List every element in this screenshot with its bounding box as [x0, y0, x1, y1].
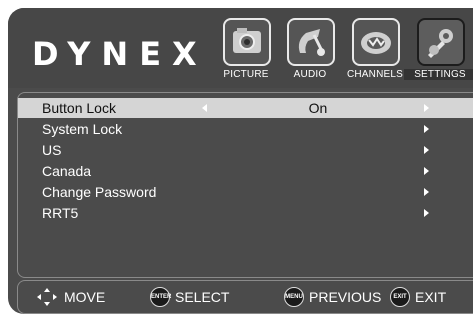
- menu-item-value: On: [308, 100, 328, 116]
- menu-item-system-lock[interactable]: System Lock: [18, 119, 473, 139]
- brand-logo: DYNEX: [32, 35, 208, 73]
- tv-osd-menu: DYNEX PICTURE AUDIO CHANNELS SETTINGS Bu…: [8, 8, 473, 314]
- arrow-right-icon: [424, 167, 429, 175]
- arrow-right-icon: [424, 209, 429, 217]
- menu-item-label: Change Password: [42, 184, 157, 200]
- menu-item-us[interactable]: US: [18, 140, 473, 160]
- menu-item-canada[interactable]: Canada: [18, 161, 473, 181]
- tab-channels-label: CHANNELS: [346, 69, 404, 80]
- menu-item-rrt5[interactable]: RRT5: [18, 203, 473, 223]
- menu-item-label: RRT5: [42, 205, 79, 221]
- menu-item-label: Canada: [42, 163, 92, 179]
- arrow-right-icon: [424, 146, 429, 154]
- hint-move-label: MOVE: [64, 289, 106, 305]
- audio-icon: [287, 18, 335, 66]
- arrow-right-icon: [424, 125, 429, 133]
- hint-previous-label: PREVIOUS: [309, 289, 382, 305]
- menu-item-label: Button Lock: [42, 100, 116, 116]
- tab-settings[interactable]: SETTINGS: [404, 18, 473, 86]
- menu-item-change-password[interactable]: Change Password: [18, 182, 473, 202]
- tab-picture-label: PICTURE: [223, 69, 269, 80]
- tab-audio[interactable]: AUDIO: [280, 18, 340, 86]
- arrow-right-icon[interactable]: [424, 104, 429, 112]
- picture-icon: [223, 18, 271, 66]
- hint-exit-label: EXIT: [415, 289, 447, 305]
- tab-picture[interactable]: PICTURE: [216, 18, 276, 86]
- footer-hints: MOVE ENTER SELECT MENU PREVIOUS EXIT EXI…: [17, 280, 473, 314]
- menu-item-button-lock[interactable]: Button Lock On: [18, 98, 473, 118]
- tab-audio-label: AUDIO: [293, 69, 327, 80]
- move-arrows-icon: [37, 288, 57, 306]
- menu-item-label: System Lock: [42, 121, 123, 137]
- arrow-left-icon[interactable]: [202, 104, 207, 112]
- settings-menu-panel: Button Lock On System Lock US Canada Cha…: [17, 92, 473, 278]
- enter-button-icon: ENTER: [150, 287, 171, 307]
- hint-select-label: SELECT: [175, 289, 230, 305]
- menu-button-icon: MENU: [284, 287, 304, 307]
- tab-settings-label: SETTINGS: [404, 69, 473, 80]
- menu-header: DYNEX PICTURE AUDIO CHANNELS SETTINGS: [8, 8, 473, 88]
- menu-item-label: US: [42, 142, 62, 158]
- tab-channels[interactable]: CHANNELS: [345, 18, 405, 86]
- exit-button-icon: EXIT: [390, 287, 410, 307]
- arrow-right-icon: [424, 188, 429, 196]
- settings-icon: [417, 18, 465, 66]
- channels-icon: [352, 18, 400, 66]
